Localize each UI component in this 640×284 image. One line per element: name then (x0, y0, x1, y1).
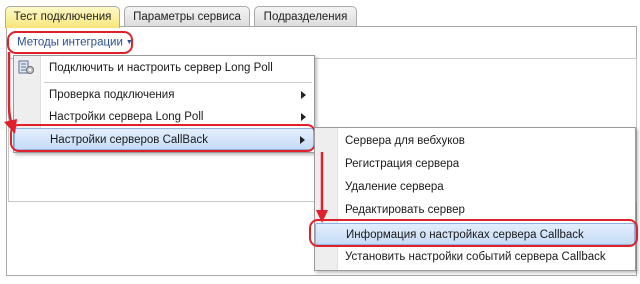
submenu-arrow-icon (301, 91, 306, 99)
submenu-arrow-icon (301, 113, 306, 121)
tab-connection-test[interactable]: Тест подключения (5, 6, 120, 28)
highlight-callback-info (309, 219, 638, 247)
menu-item-connection-check[interactable]: Проверка подключения (14, 84, 314, 106)
menu-item-label: Редактировать сервер (345, 204, 465, 216)
tab-label: Тест подключения (13, 11, 112, 23)
menu-item-label: Сервера для вебхуков (345, 135, 465, 147)
submenu-item-edit-server[interactable]: Редактировать сервер (315, 199, 635, 221)
menu-item-label: Подключить и настроить сервер Long Poll (49, 62, 273, 74)
menu-item-label: Регистрация сервера (345, 158, 460, 170)
tab-label: Подразделения (263, 11, 348, 23)
menu-item-label: Проверка подключения (49, 89, 175, 101)
submenu-item-webhook-servers[interactable]: Сервера для вебхуков (315, 130, 635, 152)
menu-item-connect-long-poll[interactable]: Подключить и настроить сервер Long Poll (14, 57, 314, 79)
server-settings-icon (18, 60, 34, 74)
menu-separator (44, 82, 312, 83)
callback-servers-submenu: Сервера для вебхуков Регистрация сервера… (314, 127, 636, 271)
menu-item-label: Установить настройки событий сервера Cal… (345, 251, 606, 263)
submenu-item-delete-server[interactable]: Удаление сервера (315, 176, 635, 198)
tab-departments[interactable]: Подразделения (254, 6, 357, 27)
menu-item-label: Удаление сервера (345, 181, 444, 193)
submenu-item-set-callback-events[interactable]: Установить настройки событий сервера Cal… (315, 246, 635, 268)
highlight-callback-settings (10, 124, 316, 152)
submenu-item-register-server[interactable]: Регистрация сервера (315, 153, 635, 175)
tab-label: Параметры сервиса (133, 11, 241, 23)
tab-service-parameters[interactable]: Параметры сервиса (124, 6, 250, 27)
highlight-integration-button (7, 31, 133, 54)
